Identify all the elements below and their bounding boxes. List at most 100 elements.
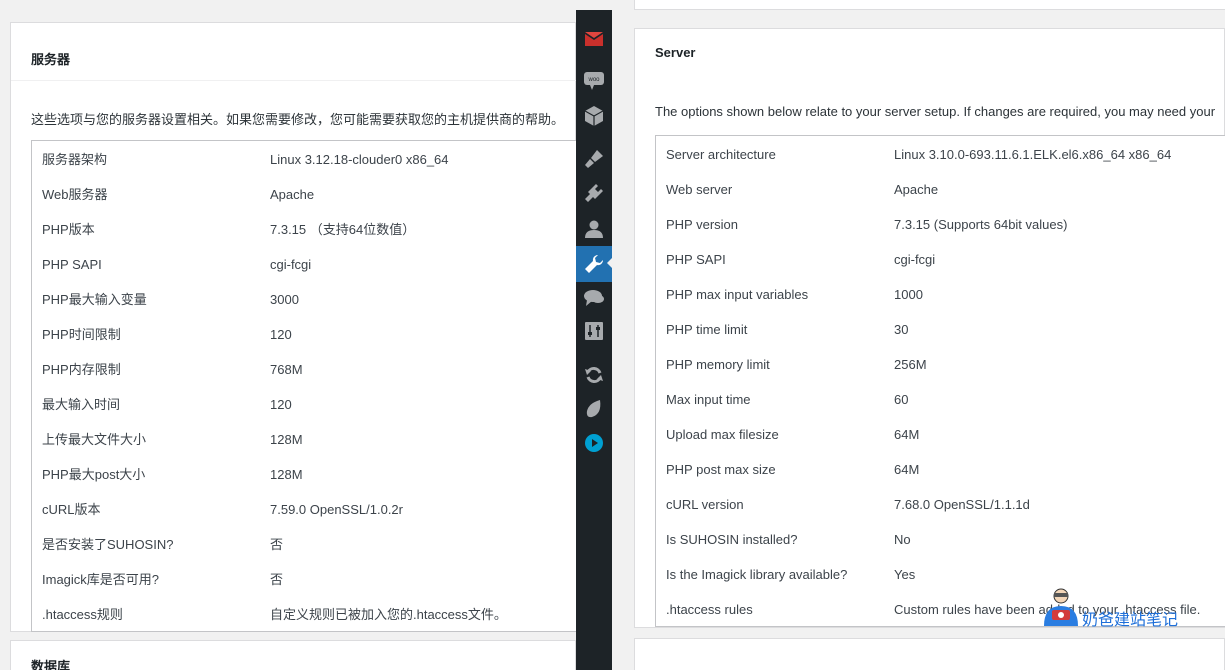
previous-section-edge (634, 0, 1225, 10)
woo-icon[interactable]: woo (583, 70, 605, 92)
table-row: PHP内存限制 768M (42, 352, 572, 387)
table-row: PHP time limit 30 (666, 312, 1225, 347)
play-icon[interactable] (583, 432, 605, 454)
table-row: .htaccess规则 自定义规则已被加入您的.htaccess文件。 (42, 597, 572, 632)
setting-label: PHP memory limit (666, 357, 770, 372)
user-icon[interactable] (583, 218, 605, 240)
server-section-en: Server The options shown below relate to… (634, 28, 1225, 628)
setting-value: Apache (270, 187, 315, 202)
setting-label: 最大输入时间 (42, 397, 121, 412)
setting-label: Upload max filesize (666, 427, 779, 442)
table-row: Web server Apache (666, 172, 1225, 207)
setting-label: PHP最大post大小 (42, 467, 146, 482)
setting-value: 自定义规则已被加入您的.htaccess文件。 (270, 607, 507, 622)
setting-value: No (894, 532, 911, 547)
right-settings-panel: Server The options shown below relate to… (612, 0, 1225, 670)
setting-label: Server architecture (666, 147, 776, 162)
refresh-icon[interactable] (583, 364, 605, 386)
table-row: cURL version 7.68.0 OpenSSL/1.1.1d (666, 487, 1225, 522)
table-row: PHP最大post大小 128M (42, 457, 572, 492)
setting-value: 128M (270, 432, 303, 447)
setting-label: .htaccess规则 (42, 607, 123, 622)
setting-value: 64M (894, 462, 920, 477)
setting-value: 否 (270, 537, 284, 552)
section-title: 数据库 (31, 659, 71, 670)
server-info-table: 服务器架构 Linux 3.12.18-clouder0 x86_64 Web服务器… (31, 140, 576, 632)
setting-value: 128M (270, 467, 303, 482)
setting-value: Linux 3.10.0-693.11.6.1.ELK.el6.x86_64 x… (894, 147, 1172, 162)
table-row: Upload max filesize 64M (666, 417, 1225, 452)
setting-label: PHP version (666, 217, 739, 232)
table-row: PHP时间限制 120 (42, 317, 572, 352)
table-row: PHP memory limit 256M (666, 347, 1225, 382)
table-row: Is the Imagick library available? Yes (666, 557, 1225, 592)
setting-label: PHP最大输入变量 (42, 292, 147, 307)
section-description: 这些选项与您的服务器设置相关。如果您需要修改，您可能需要获取您的主机提供商的帮助… (31, 112, 565, 127)
database-section-zh: 数据库 (10, 640, 576, 670)
setting-label: PHP时间限制 (42, 327, 121, 342)
table-row: 服务器架构 Linux 3.12.18-clouder0 x86_64 (42, 142, 572, 177)
section-title: 服务器 (31, 52, 71, 67)
setting-label: PHP SAPI (666, 252, 726, 267)
section-description: The options shown below relate to your s… (655, 104, 1216, 119)
setting-value: 64M (894, 427, 920, 442)
table-row: PHP max input variables 1000 (666, 277, 1225, 312)
setting-value: 768M (270, 362, 303, 377)
table-row: Is SUHOSIN installed? No (666, 522, 1225, 557)
setting-value: 256M (894, 357, 927, 372)
setting-value: 120 (270, 397, 292, 412)
table-row: PHP post max size 64M (666, 452, 1225, 487)
table-row: PHP version 7.3.15 (Supports 64bit values… (666, 207, 1225, 242)
setting-value: 7.59.0 OpenSSL/1.0.2r (270, 502, 403, 517)
setting-value: Apache (894, 182, 939, 197)
watermark-text: 奶爸建站笔记 (1082, 612, 1179, 629)
watermark: 奶爸建站笔记 (1040, 588, 1190, 629)
setting-value: 7.3.15 (Supports 64bit values) (894, 217, 1068, 232)
setting-label: Is SUHOSIN installed? (666, 532, 798, 547)
plugin-icon[interactable] (583, 182, 605, 204)
box-icon[interactable] (583, 105, 605, 127)
table-row: 上传最大文件大小 128M (42, 422, 572, 457)
setting-label: Is the Imagick library available? (666, 567, 848, 582)
chat-icon[interactable] (583, 287, 605, 309)
database-section-en (634, 638, 1225, 670)
table-row: Web服务器 Apache (42, 177, 572, 212)
admin-sidebar: woo (576, 10, 613, 670)
setting-label: PHP max input variables (666, 287, 809, 302)
section-title: Server (655, 45, 696, 60)
setting-label: Web server (666, 182, 733, 197)
setting-label: cURL version (666, 497, 744, 512)
setting-label: Web服务器 (42, 187, 108, 202)
setting-label: Max input time (666, 392, 751, 407)
leaf-icon[interactable] (583, 398, 605, 420)
setting-label: PHP SAPI (42, 257, 102, 272)
setting-label: 上传最大文件大小 (42, 432, 147, 447)
wrench-icon[interactable] (583, 253, 605, 275)
sliders-icon[interactable] (583, 320, 605, 342)
setting-label: PHP版本 (42, 222, 95, 237)
table-row: PHP SAPI cgi-fcgi (666, 242, 1225, 277)
watermark-logo-icon (1044, 588, 1078, 626)
table-row: PHP版本 7.3.15 （支持64位数值） (42, 212, 572, 247)
brush-icon[interactable] (583, 148, 605, 170)
divider (11, 80, 576, 81)
setting-value: 7.68.0 OpenSSL/1.1.1d (894, 497, 1030, 512)
setting-label: Imagick库是否可用? (42, 572, 160, 587)
setting-value: Linux 3.12.18-clouder0 x86_64 (270, 152, 449, 167)
table-row: Imagick库是否可用? 否 (42, 562, 572, 597)
setting-value: 1000 (894, 287, 923, 302)
setting-value: 7.3.15 （支持64位数值） (270, 222, 416, 237)
table-row: Server architecture Linux 3.10.0-693.11.6… (666, 137, 1225, 172)
server-section-zh: 服务器 这些选项与您的服务器设置相关。如果您需要修改，您可能需要获取您的主机提供… (10, 22, 576, 632)
setting-value: cgi-fcgi (894, 252, 936, 267)
table-row: cURL版本 7.59.0 OpenSSL/1.0.2r (42, 492, 572, 527)
screenshot-frame: 服务器 这些选项与您的服务器设置相关。如果您需要修改，您可能需要获取您的主机提供… (0, 0, 1225, 670)
setting-label: PHP内存限制 (42, 362, 121, 377)
table-row: Max input time 60 (666, 382, 1225, 417)
setting-value: 30 (894, 322, 909, 337)
table-row: 最大输入时间 120 (42, 387, 572, 422)
table-row: 是否安装了SUHOSIN? 否 (42, 527, 572, 562)
left-settings-panel: 服务器 这些选项与您的服务器设置相关。如果您需要修改，您可能需要获取您的主机提供… (10, 10, 576, 670)
setting-value: Yes (894, 567, 916, 582)
gmail-icon[interactable] (583, 28, 605, 50)
